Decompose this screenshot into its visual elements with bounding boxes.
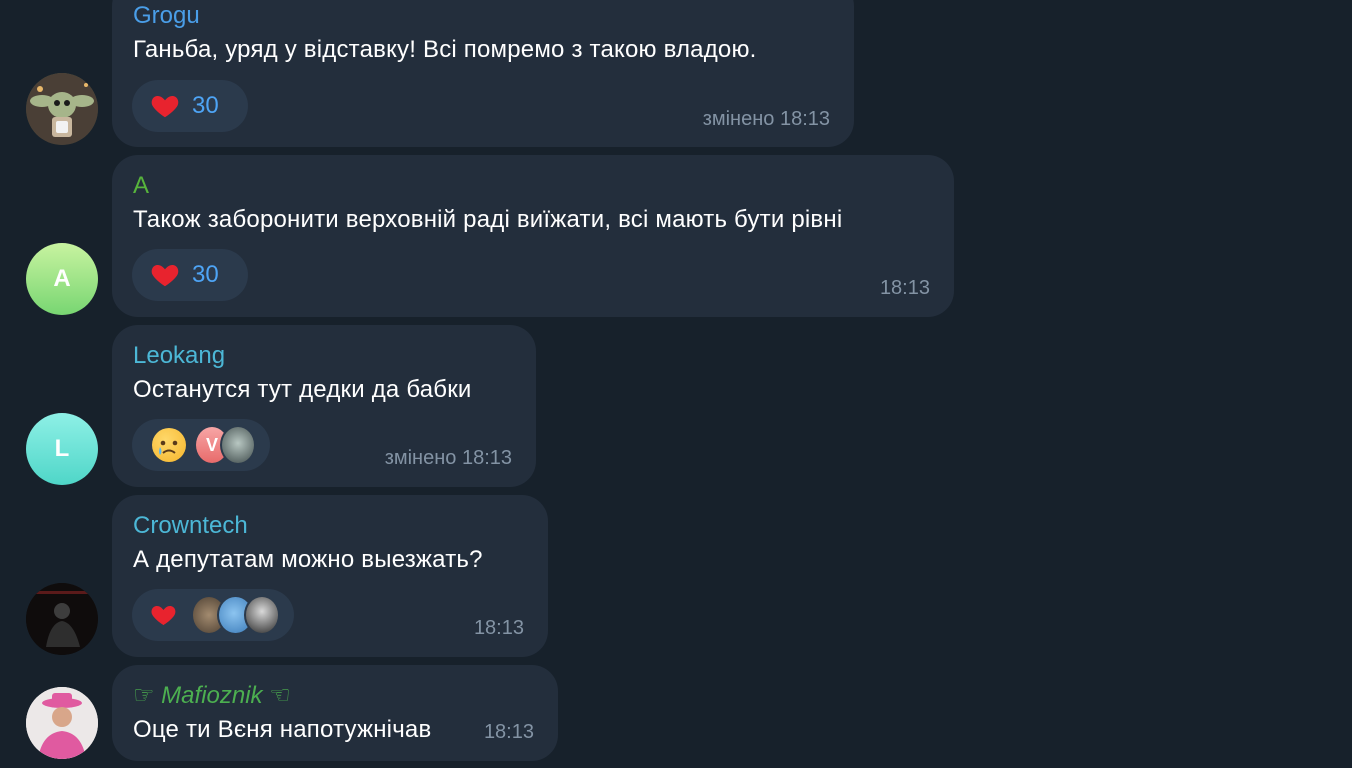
message-text: Також заборонити верховній раді виїжати,… [133, 206, 843, 233]
sender-name[interactable]: Crowntech [133, 511, 248, 541]
reaction-pill[interactable]: 30 [132, 249, 248, 301]
heart-icon [151, 265, 179, 287]
reactor-avatar [220, 425, 256, 465]
message-bubble[interactable]: Leokang Останутся тут дедки да бабки V з… [112, 325, 536, 487]
message-text: Ганьба, уряд у відставку! Всі помремо з … [133, 36, 757, 63]
reaction-count: 30 [192, 92, 219, 119]
sender-name[interactable]: ☞ Mafioznik ☜ [133, 681, 291, 711]
avatar-a[interactable]: A [26, 243, 98, 315]
heart-icon [151, 96, 179, 118]
message-text: А депутатам можно выезжать? [133, 546, 483, 573]
message-bubble[interactable]: ☞ Mafioznik ☜ Оце ти Вєня напотужнічав 1… [112, 665, 558, 761]
message-time: 18:13 [483, 721, 534, 743]
avatar-leokang[interactable]: L [26, 413, 98, 485]
heart-icon [151, 606, 176, 626]
reactor-avatar-statue [243, 595, 280, 635]
message-time: 18:13 [473, 617, 524, 639]
reaction-pill[interactable]: 30 [132, 80, 248, 132]
crying-face-icon [152, 428, 186, 462]
sender-name[interactable]: Leokang [133, 341, 225, 371]
sender-name[interactable]: A [133, 171, 149, 201]
chat-history: Grogu Ганьба, уряд у відставку! Всі помр… [0, 0, 1352, 768]
avatar-crowntech[interactable] [26, 583, 98, 655]
message-time: 18:13 [879, 277, 930, 299]
reaction-pill[interactable] [132, 589, 294, 641]
message-bubble[interactable]: Grogu Ганьба, уряд у відставку! Всі помр… [112, 0, 854, 147]
avatar-mafioznik[interactable] [26, 687, 98, 759]
reaction-pill[interactable]: V [132, 419, 270, 471]
message-bubble[interactable]: A Також заборонити верховній раді виїжат… [112, 155, 954, 317]
message-time: змінено 18:13 [384, 447, 512, 469]
sender-name[interactable]: Grogu [133, 1, 200, 31]
message-text: Останутся тут дедки да бабки [133, 376, 472, 403]
reactor-letter: V [205, 434, 218, 455]
avatar-letter: A [53, 265, 71, 292]
message-time: змінено 18:13 [702, 108, 830, 130]
message-text: Оце ти Вєня напотужнічав [133, 716, 432, 743]
reaction-count: 30 [192, 261, 219, 288]
message-bubble[interactable]: Crowntech А депутатам можно выезжать? 18… [112, 495, 548, 657]
avatar-grogu[interactable] [26, 73, 98, 145]
avatar-letter: L [54, 435, 70, 462]
